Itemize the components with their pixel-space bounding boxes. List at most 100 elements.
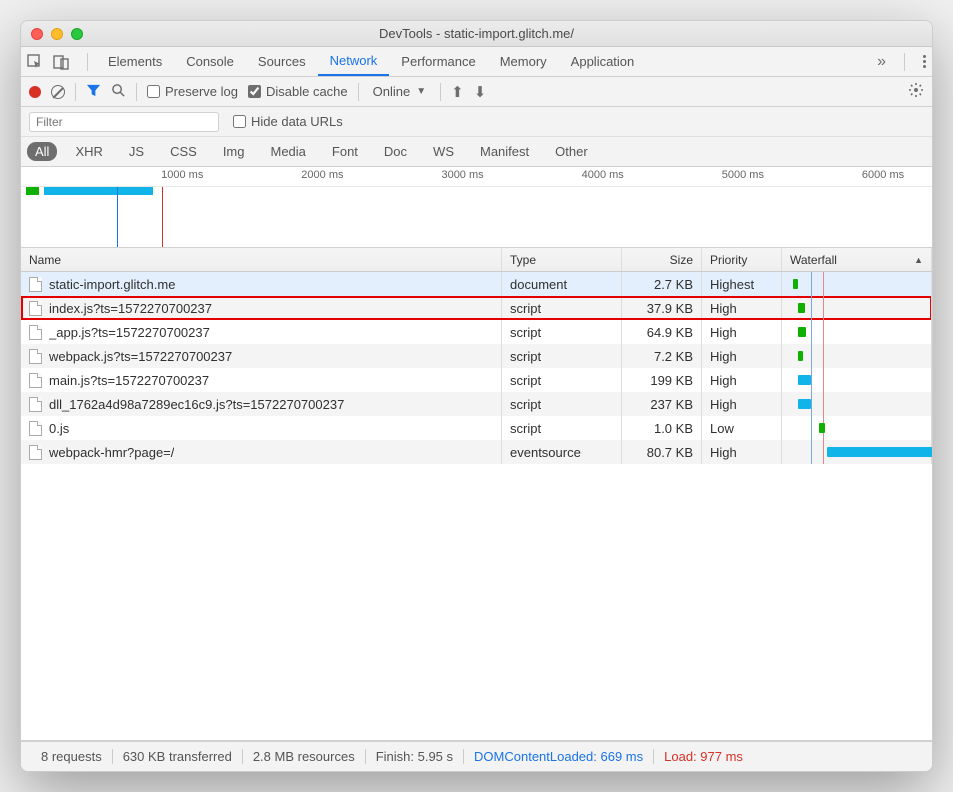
type-chip-all[interactable]: All bbox=[27, 142, 57, 161]
settings-menu-button[interactable] bbox=[923, 55, 926, 68]
row-waterfall bbox=[782, 440, 932, 464]
row-priority: Highest bbox=[702, 272, 782, 296]
file-icon bbox=[29, 349, 42, 364]
type-chip-ws[interactable]: WS bbox=[425, 142, 462, 161]
table-row[interactable]: index.js?ts=1572270700237script37.9 KBHi… bbox=[21, 296, 932, 320]
file-icon bbox=[29, 397, 42, 412]
devtools-window: DevTools - static-import.glitch.me/ Elem… bbox=[20, 20, 933, 772]
table-row[interactable]: dll_1762a4d98a7289ec16c9.js?ts=157227070… bbox=[21, 392, 932, 416]
file-icon bbox=[29, 373, 42, 388]
more-tabs-button[interactable]: » bbox=[877, 53, 886, 71]
tab-console[interactable]: Console bbox=[174, 47, 246, 76]
device-toolbar-icon[interactable] bbox=[53, 54, 69, 70]
tab-performance[interactable]: Performance bbox=[389, 47, 487, 76]
table-row[interactable]: webpack.js?ts=1572270700237script7.2 KBH… bbox=[21, 344, 932, 368]
network-settings-icon[interactable] bbox=[908, 82, 924, 101]
row-size: 1.0 KB bbox=[622, 416, 702, 440]
row-type: script bbox=[502, 392, 622, 416]
file-icon bbox=[29, 445, 42, 460]
timeline-tick: 3000 ms bbox=[441, 167, 483, 186]
row-size: 237 KB bbox=[622, 392, 702, 416]
network-toolbar: Preserve log Disable cache Online ▼ ⬆ ⬇ bbox=[21, 77, 932, 107]
type-chip-img[interactable]: Img bbox=[215, 142, 253, 161]
chevron-down-icon: ▼ bbox=[416, 86, 426, 97]
disable-cache-checkbox[interactable]: Disable cache bbox=[248, 84, 348, 99]
row-waterfall bbox=[782, 272, 932, 296]
type-chip-media[interactable]: Media bbox=[262, 142, 313, 161]
table-row[interactable]: main.js?ts=1572270700237script199 KBHigh bbox=[21, 368, 932, 392]
row-size: 2.7 KB bbox=[622, 272, 702, 296]
tab-elements[interactable]: Elements bbox=[96, 47, 174, 76]
row-waterfall bbox=[782, 344, 932, 368]
throttle-select[interactable]: Online ▼ bbox=[369, 84, 430, 99]
filter-input[interactable] bbox=[29, 112, 219, 132]
upload-har-icon[interactable]: ⬆ bbox=[451, 83, 464, 101]
row-name: index.js?ts=1572270700237 bbox=[49, 301, 212, 316]
row-name: static-import.glitch.me bbox=[49, 277, 175, 292]
table-row[interactable]: 0.jsscript1.0 KBLow bbox=[21, 416, 932, 440]
row-size: 80.7 KB bbox=[622, 440, 702, 464]
window-title: DevTools - static-import.glitch.me/ bbox=[21, 26, 932, 41]
tab-memory[interactable]: Memory bbox=[488, 47, 559, 76]
resource-types-bar: All XHR JS CSS Img Media Font Doc WS Manifest Othe… bbox=[21, 137, 932, 167]
hide-data-urls-checkbox[interactable]: Hide data URLs bbox=[233, 114, 343, 129]
row-priority: High bbox=[702, 296, 782, 320]
row-type: script bbox=[502, 344, 622, 368]
timeline-tick: 2000 ms bbox=[301, 167, 343, 186]
status-domcontentloaded: DOMContentLoaded: 669 ms bbox=[464, 749, 654, 764]
row-name: dll_1762a4d98a7289ec16c9.js?ts=157227070… bbox=[49, 397, 344, 412]
type-chip-doc[interactable]: Doc bbox=[376, 142, 415, 161]
tab-application[interactable]: Application bbox=[559, 47, 647, 76]
file-icon bbox=[29, 421, 42, 436]
type-chip-manifest[interactable]: Manifest bbox=[472, 142, 537, 161]
row-name: webpack.js?ts=1572270700237 bbox=[49, 349, 232, 364]
row-waterfall bbox=[782, 368, 932, 392]
disable-cache-label: Disable cache bbox=[266, 84, 348, 99]
inspect-element-icon[interactable] bbox=[27, 54, 43, 70]
search-icon[interactable] bbox=[111, 83, 126, 101]
row-size: 64.9 KB bbox=[622, 320, 702, 344]
row-type: document bbox=[502, 272, 622, 296]
timeline-overview[interactable]: 1000 ms2000 ms3000 ms4000 ms5000 ms6000 … bbox=[21, 167, 932, 248]
file-icon bbox=[29, 301, 42, 316]
table-row[interactable]: webpack-hmr?page=/eventsource80.7 KBHigh bbox=[21, 440, 932, 464]
row-waterfall bbox=[782, 320, 932, 344]
table-row[interactable]: static-import.glitch.me document2.7 KBHig… bbox=[21, 272, 932, 296]
type-chip-js[interactable]: JS bbox=[121, 142, 152, 161]
row-type: script bbox=[502, 320, 622, 344]
row-waterfall bbox=[782, 416, 932, 440]
type-chip-other[interactable]: Other bbox=[547, 142, 596, 161]
row-priority: High bbox=[702, 344, 782, 368]
col-header-priority[interactable]: Priority bbox=[702, 248, 782, 271]
timeline-tick: 4000 ms bbox=[582, 167, 624, 186]
type-chip-css[interactable]: CSS bbox=[162, 142, 205, 161]
filter-toggle-icon[interactable] bbox=[86, 83, 101, 101]
col-header-waterfall[interactable]: Waterfall▲ bbox=[782, 248, 932, 271]
row-type: eventsource bbox=[502, 440, 622, 464]
preserve-log-checkbox[interactable]: Preserve log bbox=[147, 84, 238, 99]
col-header-name[interactable]: Name bbox=[21, 248, 502, 271]
titlebar: DevTools - static-import.glitch.me/ bbox=[21, 21, 932, 47]
row-name: _app.js?ts=1572270700237 bbox=[49, 325, 210, 340]
clear-button[interactable] bbox=[51, 85, 65, 99]
network-table: Name Type Size Priority Waterfall▲ stati… bbox=[21, 248, 932, 741]
col-header-type[interactable]: Type bbox=[502, 248, 622, 271]
row-priority: High bbox=[702, 368, 782, 392]
table-row[interactable]: _app.js?ts=1572270700237 script64.9 KBHig… bbox=[21, 320, 932, 344]
throttle-value: Online bbox=[373, 84, 411, 99]
record-button[interactable] bbox=[29, 86, 41, 98]
tab-network[interactable]: Network bbox=[318, 47, 390, 76]
type-chip-font[interactable]: Font bbox=[324, 142, 366, 161]
row-priority: High bbox=[702, 320, 782, 344]
type-chip-xhr[interactable]: XHR bbox=[67, 142, 110, 161]
status-requests: 8 requests bbox=[31, 749, 113, 764]
status-finish: Finish: 5.95 s bbox=[366, 749, 464, 764]
tab-sources[interactable]: Sources bbox=[246, 47, 318, 76]
row-name: webpack-hmr?page=/ bbox=[49, 445, 174, 460]
file-icon bbox=[29, 277, 42, 292]
download-har-icon[interactable]: ⬇ bbox=[474, 83, 487, 101]
status-transferred: 630 KB transferred bbox=[113, 749, 243, 764]
col-header-size[interactable]: Size bbox=[622, 248, 702, 271]
timeline-tick: 1000 ms bbox=[161, 167, 203, 186]
main-tabs-bar: ElementsConsoleSourcesNetworkPerformance… bbox=[21, 47, 932, 77]
